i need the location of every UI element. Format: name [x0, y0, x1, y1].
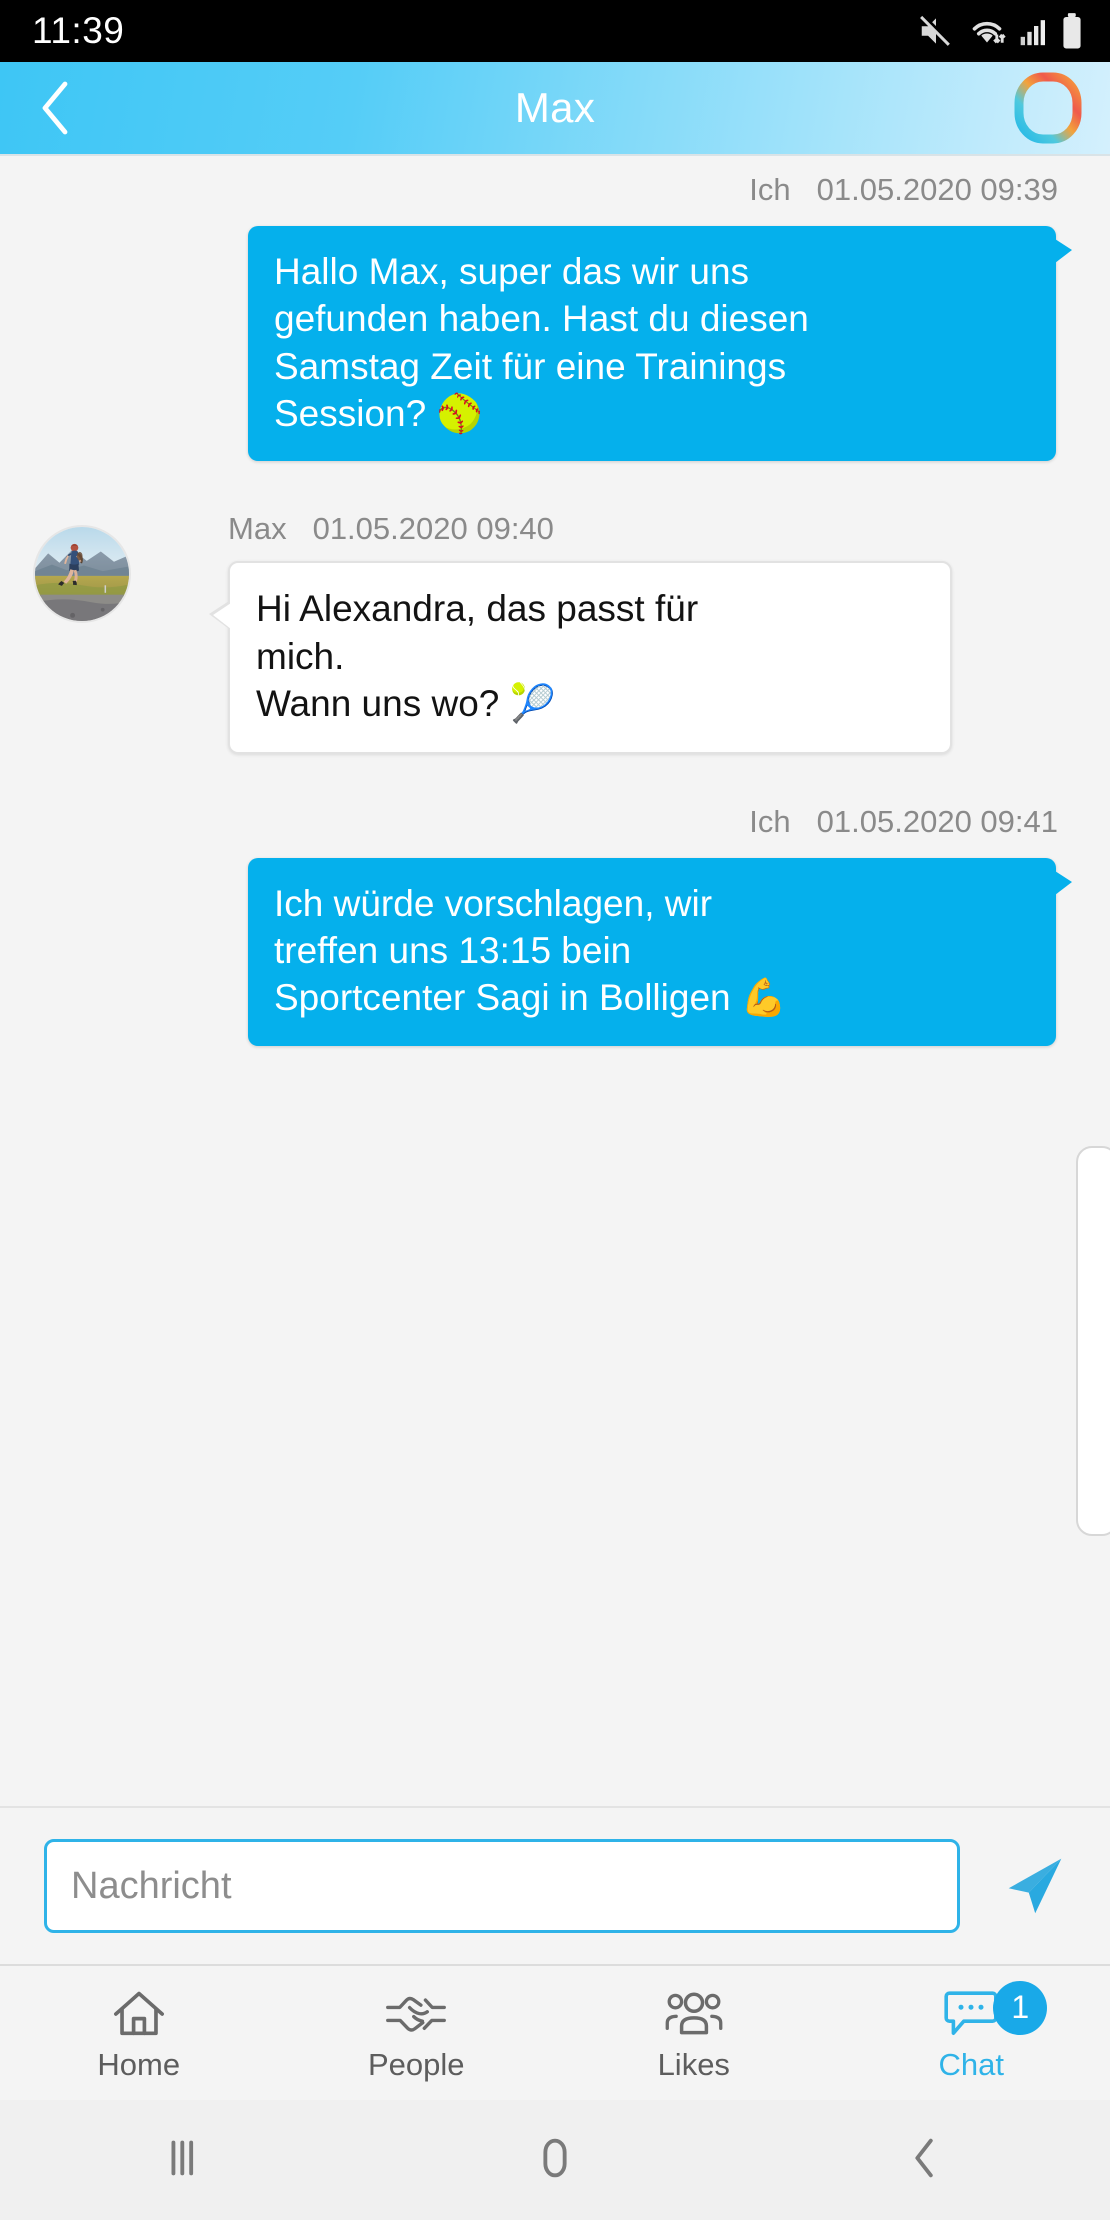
message-timestamp: 01.05.2020 09:41 [816, 803, 1058, 839]
chat-icon: 1 [943, 1980, 1048, 2041]
chat-message-incoming: Max 01.05.2020 09:40 Hi Alexandra, das p… [0, 511, 1110, 754]
bottom-tab-bar: Home People Likes 1 Chat [0, 1964, 1110, 2100]
message-line: Sportcenter Sagi in Bolligen 💪 [274, 977, 787, 1019]
message-line: Samstag Zeit für eine Trainings [274, 345, 787, 387]
message-meta: Ich 01.05.2020 09:41 [0, 804, 1110, 840]
wifi-icon [966, 12, 1008, 50]
people-icon [663, 1987, 725, 2041]
android-recents-button[interactable] [0, 2100, 370, 2220]
handshake-icon [384, 1987, 448, 2041]
message-meta: Max 01.05.2020 09:40 [0, 511, 1110, 547]
avatar[interactable] [33, 525, 131, 624]
send-button[interactable] [988, 1838, 1084, 1934]
send-icon [997, 1845, 1075, 1928]
android-back-button[interactable] [740, 2100, 1110, 2220]
android-home-button[interactable] [370, 2100, 740, 2220]
signal-icon [1019, 14, 1049, 48]
back-button-icon [898, 2131, 952, 2190]
tab-label: Likes [657, 2046, 730, 2082]
back-chevron-icon [33, 78, 77, 138]
message-line: Hallo Max, super das wir uns [274, 251, 750, 292]
tab-people[interactable]: People [278, 1966, 556, 2100]
message-line: Hi Alexandra, das passt für [256, 588, 699, 630]
home-icon [110, 1987, 168, 2041]
home-button-icon [528, 2131, 582, 2190]
message-line: Wann uns wo? 🎾 [256, 683, 556, 725]
message-line: treffen uns 13:15 bein [274, 929, 632, 971]
back-button[interactable] [0, 61, 110, 155]
tab-likes[interactable]: Likes [555, 1966, 833, 2100]
message-line: mich. [256, 635, 345, 677]
android-navigation-bar [0, 2100, 1110, 2220]
runner-photo-avatar [35, 527, 129, 622]
message-line: gefunden haben. Hast du diesen [274, 298, 809, 340]
message-author: Max [228, 511, 287, 547]
status-icon-group [917, 12, 1084, 50]
chat-message-outgoing: Ich 01.05.2020 09:41 Ich würde vorschlag… [0, 804, 1110, 1046]
chat-message-list[interactable]: Ich 01.05.2020 09:39 Hallo Max, super da… [0, 156, 1110, 1806]
tab-label: Chat [938, 2046, 1004, 2082]
status-time: 11:39 [32, 10, 125, 51]
chat-message-outgoing: Ich 01.05.2020 09:39 Hallo Max, super da… [0, 172, 1110, 462]
status-bar: 11:39 [0, 0, 1110, 62]
recents-icon [158, 2131, 212, 2190]
tab-label: Home [97, 2046, 181, 2082]
tab-label: People [367, 2046, 465, 2082]
status-badge: 1 [993, 1980, 1048, 2035]
phone-screen: 11:39 Max Ich 01.05.2020 09:39 Hallo Max… [0, 0, 1110, 2220]
message-bubble[interactable]: Ich würde vorschlagen, wir treffen uns 1… [248, 857, 1072, 1046]
app-logo-icon [1012, 72, 1084, 148]
battery-icon [1060, 12, 1084, 50]
message-meta: Ich 01.05.2020 09:39 [0, 172, 1110, 208]
message-bubble[interactable]: Hi Alexandra, das passt für mich. Wann u… [209, 561, 952, 754]
message-bubble[interactable]: Hallo Max, super das wir uns gefunden ha… [248, 226, 1072, 462]
tab-chat[interactable]: 1 Chat [833, 1966, 1110, 2100]
page-title: Max [514, 84, 596, 131]
offscreen-panel-peek[interactable] [1076, 1146, 1110, 1536]
message-input[interactable] [44, 1839, 960, 1933]
message-line: Session? 🥎 [274, 393, 483, 435]
app-logo-button[interactable] [1012, 72, 1084, 144]
mute-icon [917, 12, 955, 50]
message-timestamp: 01.05.2020 09:40 [312, 511, 554, 547]
app-header: Max [0, 62, 1110, 156]
message-composer [0, 1806, 1110, 1964]
message-timestamp: 01.05.2020 09:39 [816, 172, 1058, 207]
message-line: Ich würde vorschlagen, wir [274, 882, 713, 924]
message-author: Ich [749, 803, 791, 839]
tab-home[interactable]: Home [0, 1966, 278, 2100]
message-author: Ich [749, 172, 791, 207]
